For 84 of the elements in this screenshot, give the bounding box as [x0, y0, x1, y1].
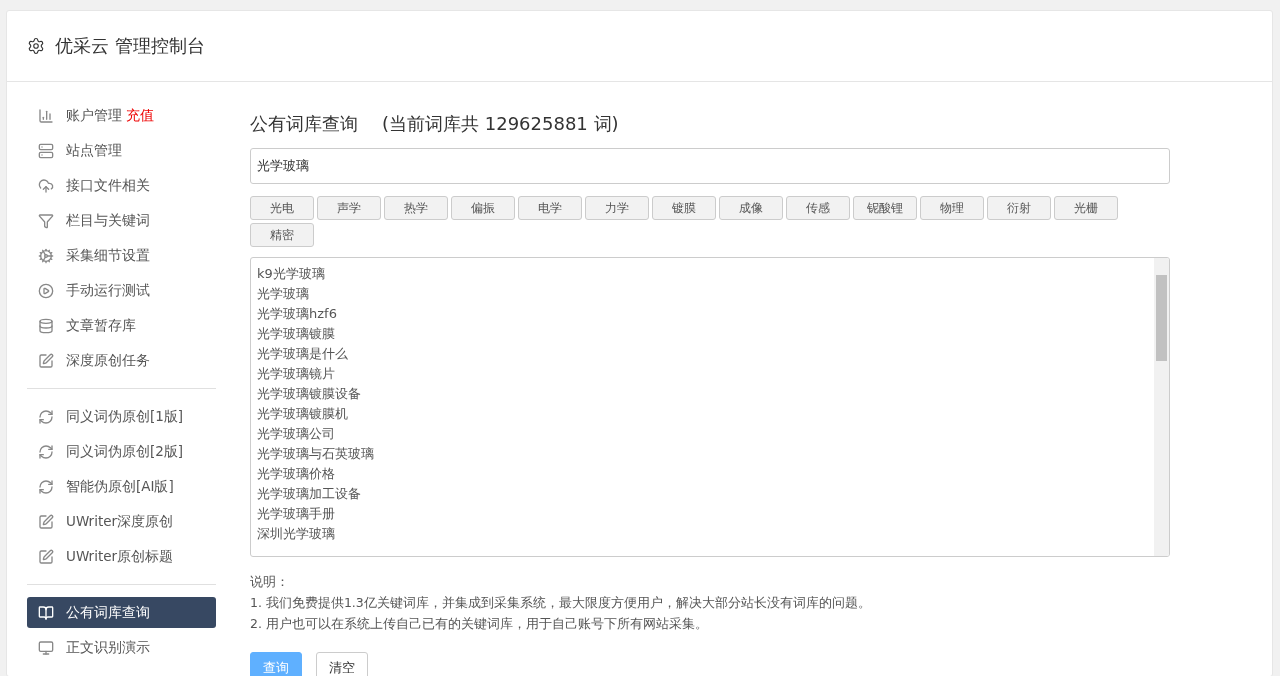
notes-title: 说明： — [250, 573, 290, 591]
refresh-icon — [38, 478, 54, 495]
refresh-icon — [38, 408, 54, 425]
sidebar-item[interactable]: 正文识别演示 — [27, 632, 216, 663]
sidebar-label: 同义词伪原创[1版] — [66, 407, 184, 426]
sidebar-item[interactable]: UWriter原创标题 — [27, 541, 216, 572]
result-item[interactable]: 光学玻璃公司 — [257, 424, 1148, 444]
note-text: 2. 用户也可以在系统上传自己已有的关键词库，用于自己账号下所有网站采集。 — [250, 615, 709, 633]
sidebar-label: 站点管理 — [66, 141, 122, 160]
clear-button[interactable]: 清空 — [316, 652, 368, 676]
result-item[interactable]: 光学玻璃加工设备 — [257, 484, 1148, 504]
gears-icon — [38, 247, 54, 264]
server-icon — [38, 142, 54, 159]
search-field[interactable]: 光学玻璃 — [250, 148, 1170, 184]
filter-icon — [38, 212, 54, 229]
sidebar-label: 公有词库查询 — [66, 603, 150, 622]
result-item[interactable]: 光学玻璃hzf6 — [257, 304, 1148, 324]
sidebar-item[interactable]: 采集细节设置 — [27, 240, 216, 271]
sidebar-item[interactable]: 栏目与关键词 — [27, 205, 216, 236]
bar-chart-icon — [38, 107, 54, 124]
result-item[interactable]: 光学玻璃与石英玻璃 — [257, 444, 1148, 464]
keyword-tag[interactable]: 物理 — [920, 196, 984, 220]
keyword-tag[interactable]: 热学 — [384, 196, 448, 220]
sidebar-item[interactable]: 智能伪原创[AI版] — [27, 471, 216, 502]
sidebar-label: 手动运行测试 — [66, 281, 150, 300]
edit-icon — [38, 352, 54, 369]
results-list[interactable]: k9光学玻璃 光学玻璃 光学玻璃hzf6 光学玻璃镀膜 光学玻璃是什么 光学玻璃镜片 光学玻璃镀膜设备 光学玻璃镀膜机 光学玻璃公司 光学玻璃与石英玻璃 光学玻璃价格 光学玻璃加工设备 光学玻璃手册 深圳光学玻璃 — [250, 257, 1170, 557]
keyword-tag[interactable]: 传感 — [786, 196, 850, 220]
cloud-upload-icon — [38, 177, 54, 194]
result-item[interactable]: 光学玻璃价格 — [257, 464, 1148, 484]
word-count: (当前词库共 129625881 词) — [382, 112, 619, 136]
result-item[interactable]: 光学玻璃镜片 — [257, 364, 1148, 384]
sidebar-label: 采集细节设置 — [66, 246, 150, 265]
sidebar-item[interactable]: 公有词库查询 — [27, 597, 216, 628]
keyword-tag[interactable]: 衍射 — [987, 196, 1051, 220]
sidebar-label: UWriter深度原创 — [66, 512, 174, 531]
monitor-icon — [38, 639, 54, 656]
sidebar-item[interactable]: 深度原创任务 — [27, 345, 216, 376]
app-title: 优采云 管理控制台 — [55, 34, 205, 58]
book-icon — [38, 604, 54, 621]
result-item[interactable]: 光学玻璃镀膜 — [257, 324, 1148, 344]
sidebar-label: 接口文件相关 — [66, 176, 150, 195]
keyword-tag[interactable]: 力学 — [585, 196, 649, 220]
edit-icon — [38, 548, 54, 565]
sidebar-label: 账户管理 充值 — [66, 106, 154, 125]
keyword-tag[interactable]: 光栅 — [1054, 196, 1118, 220]
keyword-tag[interactable]: 成像 — [719, 196, 783, 220]
keyword-tag[interactable]: 光电 — [250, 196, 314, 220]
result-item[interactable]: 深圳光学玻璃 — [257, 524, 1148, 544]
sidebar-item[interactable]: 同义词伪原创[2版] — [27, 436, 216, 467]
sidebar-label: 同义词伪原创[2版] — [66, 442, 184, 461]
sidebar-item[interactable]: UWriter深度原创 — [27, 506, 216, 537]
refresh-icon — [38, 443, 54, 460]
result-item[interactable]: 光学玻璃 — [257, 284, 1148, 304]
result-item[interactable]: 光学玻璃镀膜设备 — [257, 384, 1148, 404]
page-title: 公有词库查询 — [250, 112, 358, 136]
keyword-tag[interactable]: 铌酸锂 — [853, 196, 917, 220]
sidebar-label: 智能伪原创[AI版] — [66, 477, 174, 496]
keyword-tag[interactable]: 偏振 — [451, 196, 515, 220]
database-icon — [38, 317, 54, 334]
sidebar-item[interactable]: 账户管理 充值 — [27, 100, 216, 131]
sidebar-label: 文章暂存库 — [66, 316, 136, 335]
note-text: 1. 我们免费提供1.3亿关键词库，并集成到采集系统，最大限度方便用户，解决大部分站长没有词库的问题。 — [250, 594, 872, 612]
sidebar-label: 正文识别演示 — [66, 638, 150, 657]
result-item[interactable]: 光学玻璃是什么 — [257, 344, 1148, 364]
settings-icon — [27, 37, 45, 55]
sidebar-item[interactable]: 站点管理 — [27, 135, 216, 166]
sidebar-item[interactable]: 文章暂存库 — [27, 310, 216, 341]
sidebar-item[interactable]: 同义词伪原创[1版] — [27, 401, 216, 432]
keyword-tag[interactable]: 精密 — [250, 223, 314, 247]
edit-icon — [38, 513, 54, 530]
keyword-tag[interactable]: 声学 — [317, 196, 381, 220]
sidebar-label: UWriter原创标题 — [66, 547, 174, 566]
sidebar-item[interactable]: 接口文件相关 — [27, 170, 216, 201]
sidebar-item[interactable]: 手动运行测试 — [27, 275, 216, 306]
result-item[interactable]: k9光学玻璃 — [257, 264, 1148, 284]
play-icon — [38, 282, 54, 299]
sidebar-label: 栏目与关键词 — [66, 211, 150, 230]
sidebar-label: 深度原创任务 — [66, 351, 150, 370]
keyword-tag[interactable]: 电学 — [518, 196, 582, 220]
result-item[interactable]: 光学玻璃手册 — [257, 504, 1148, 524]
result-item[interactable]: 光学玻璃镀膜机 — [257, 404, 1148, 424]
keyword-tag[interactable]: 镀膜 — [652, 196, 716, 220]
scrollbar[interactable] — [1154, 258, 1169, 556]
